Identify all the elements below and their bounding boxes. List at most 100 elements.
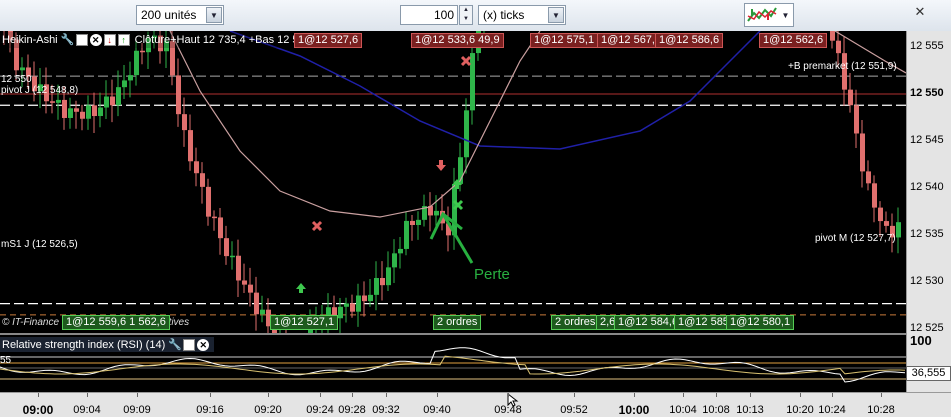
step-unit-value: (x) ticks bbox=[483, 8, 525, 22]
candle-body bbox=[854, 105, 859, 134]
rsi-line bbox=[0, 347, 906, 383]
time-tick-label: 10:13 bbox=[736, 404, 764, 416]
time-tick-mark bbox=[87, 393, 88, 397]
candle-body bbox=[848, 89, 853, 106]
candle-body bbox=[404, 220, 409, 249]
candle-body bbox=[338, 306, 343, 319]
sell-marker[interactable] bbox=[436, 160, 446, 171]
candle-body bbox=[50, 101, 55, 103]
order-label-bottom[interactable]: 1@12 527,1 bbox=[270, 315, 339, 330]
close-icon[interactable]: ✕ bbox=[89, 34, 102, 46]
step-unit-select[interactable]: (x) ticks ▼ bbox=[478, 5, 566, 25]
candle-body bbox=[398, 248, 403, 254]
candle-body bbox=[836, 40, 841, 54]
time-axis[interactable]: 09:00 09:04 09:09 09:16 09:20 09:24 09:28 09:32… bbox=[0, 392, 951, 417]
time-tick-mark bbox=[210, 393, 211, 397]
time-tick-label: 09:09 bbox=[123, 404, 151, 416]
price-axis[interactable]: 12 555 12 550 12 545 12 540 12 535 12 530 12 5… bbox=[906, 31, 951, 381]
quantity-select[interactable]: 200 unités ▼ bbox=[136, 5, 224, 25]
chart-type-button[interactable]: ▼ bbox=[744, 3, 794, 27]
candle-body bbox=[878, 207, 883, 222]
close-icon[interactable]: ✕ bbox=[197, 338, 210, 351]
order-label-bottom[interactable]: 1@12 584,6 bbox=[614, 315, 683, 330]
chevron-down-icon[interactable]: ▼ bbox=[548, 7, 564, 23]
wrench-icon[interactable]: 🔧 bbox=[61, 34, 75, 46]
window-icon[interactable] bbox=[75, 34, 88, 46]
order-label-bottom[interactable]: 2 ordres bbox=[433, 315, 482, 330]
buy-arrow-icon[interactable]: ↑ bbox=[117, 34, 130, 46]
candle-body bbox=[344, 303, 349, 307]
price-tick-label: 12 545 bbox=[910, 134, 944, 146]
step-spinner[interactable]: ▲ ▼ bbox=[459, 5, 473, 25]
sell-arrow-icon[interactable]: ↓ bbox=[103, 34, 116, 46]
order-label-top[interactable]: 1@12 586,6 bbox=[655, 33, 724, 48]
time-tick-mark bbox=[352, 393, 353, 397]
annotation-arrow bbox=[441, 213, 474, 264]
exit-marker[interactable] bbox=[311, 220, 323, 232]
candle-body bbox=[176, 75, 181, 115]
ma-fast-line bbox=[169, 31, 541, 218]
time-tick-mark bbox=[508, 393, 509, 397]
time-tick-label: 10:04 bbox=[669, 404, 697, 416]
time-tick-mark bbox=[437, 393, 438, 397]
order-label-top[interactable]: 1@12 533,6 49,9 bbox=[411, 33, 504, 48]
candle-body bbox=[362, 295, 367, 302]
time-tick-mark bbox=[137, 393, 138, 397]
candle-body bbox=[248, 284, 253, 293]
candle-body bbox=[860, 133, 865, 172]
candle-body bbox=[242, 280, 247, 285]
time-tick-label: 10:20 bbox=[786, 404, 814, 416]
close-icon[interactable]: ✕ bbox=[912, 4, 928, 20]
exit-marker[interactable] bbox=[460, 55, 472, 67]
candle-body bbox=[260, 309, 265, 315]
order-label-top[interactable]: 1@12 527,6 bbox=[294, 33, 363, 48]
candle-body bbox=[872, 183, 877, 208]
candle-body bbox=[410, 220, 415, 225]
time-tick-mark bbox=[881, 393, 882, 397]
rsi-axis-top: 100 bbox=[910, 333, 932, 348]
spin-down-icon[interactable]: ▼ bbox=[460, 15, 472, 24]
buy-marker[interactable] bbox=[296, 283, 306, 293]
candle-body bbox=[254, 292, 259, 315]
window-icon[interactable] bbox=[183, 338, 196, 351]
time-tick-mark bbox=[386, 393, 387, 397]
candle-body bbox=[98, 107, 103, 117]
order-label-bottom[interactable]: 2 ordres bbox=[551, 315, 600, 330]
price-chart[interactable]: Heikin-Ashi 🔧 ✕ ↓ ↑ Clôture+Haut 12 735,… bbox=[0, 31, 906, 333]
candle-body bbox=[896, 222, 901, 238]
candle-body bbox=[74, 108, 79, 112]
candle-body bbox=[92, 105, 97, 117]
rsi-panel[interactable]: Relative strength index (RSI) (14) 🔧 ✕ 5… bbox=[0, 333, 906, 392]
candle-body bbox=[464, 110, 469, 158]
rsi-current-value: 36,555 bbox=[906, 366, 951, 381]
time-tick-mark bbox=[320, 393, 321, 397]
order-label-bottom[interactable]: 1@12 580,1 bbox=[726, 315, 795, 330]
candle-body bbox=[866, 171, 871, 184]
pivot-j-label: pivot J (12 548,8) bbox=[1, 85, 79, 96]
spin-up-icon[interactable]: ▲ bbox=[460, 6, 472, 15]
time-tick-label: 09:48 bbox=[494, 404, 522, 416]
candle-body bbox=[374, 278, 379, 295]
order-label-bottom[interactable]: 1@12 559,6 1 562,6 bbox=[62, 315, 170, 330]
chart-legend-info: Clôture+Haut 12 735,4 +Bas 12 527,6 bbox=[134, 34, 320, 46]
time-tick-label: 09:16 bbox=[196, 404, 224, 416]
rsi-legend: Relative strength index (RSI) (14) 🔧 ✕ bbox=[0, 337, 215, 352]
candle-body bbox=[110, 96, 115, 106]
chevron-down-icon[interactable]: ▼ bbox=[779, 11, 792, 20]
step-input[interactable]: 100 bbox=[400, 5, 458, 25]
candle-body bbox=[416, 219, 421, 225]
top-toolbar: 200 unités ▼ 100 ▲ ▼ (x) ticks ▼ ▼ ✕ bbox=[0, 0, 951, 31]
wrench-icon[interactable]: 🔧 bbox=[168, 339, 182, 351]
time-tick-mark bbox=[268, 393, 269, 397]
loss-annotation: Perte bbox=[474, 266, 510, 283]
quantity-value: 200 unités bbox=[141, 8, 197, 22]
candle-body bbox=[884, 221, 889, 226]
time-tick-label: 09:24 bbox=[306, 404, 334, 416]
order-label-top[interactable]: 1@12 562,6 bbox=[759, 33, 828, 48]
time-tick-label: 09:52 bbox=[560, 404, 588, 416]
time-tick-mark bbox=[683, 393, 684, 397]
candle-body bbox=[392, 253, 397, 268]
order-label-top[interactable]: 1@12 575,1 bbox=[530, 33, 599, 48]
chevron-down-icon[interactable]: ▼ bbox=[206, 7, 222, 23]
time-tick-label: 09:20 bbox=[254, 404, 282, 416]
